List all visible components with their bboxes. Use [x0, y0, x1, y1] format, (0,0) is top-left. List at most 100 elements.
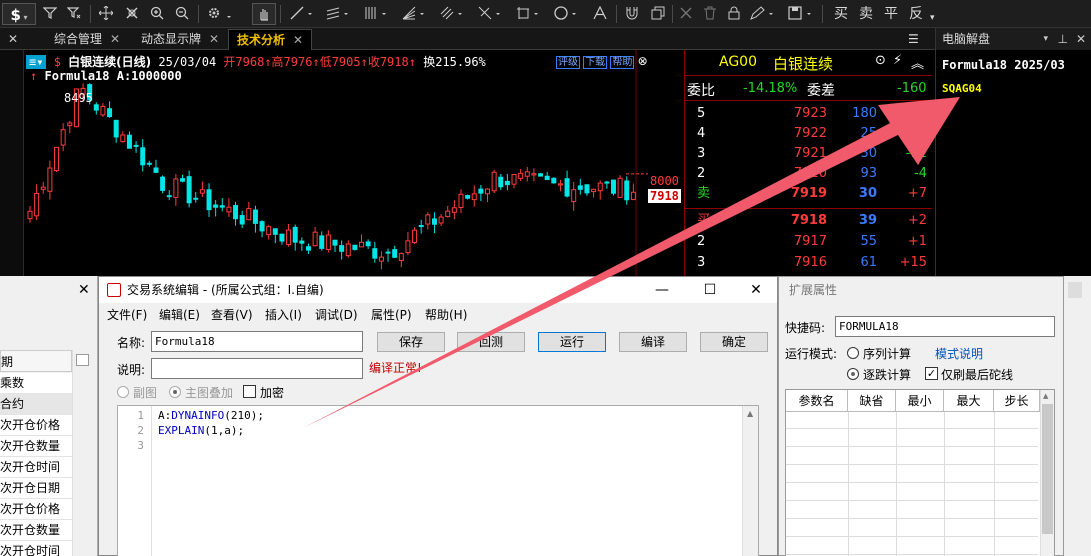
editor-scrollbar[interactable]: ▲: [742, 406, 758, 556]
tick-radio[interactable]: [847, 368, 859, 380]
line-icon[interactable]: [288, 3, 316, 25]
hand-icon[interactable]: [252, 3, 276, 25]
table-row[interactable]: [786, 466, 1038, 483]
table-row[interactable]: [786, 484, 1038, 501]
tab-technical-analysis[interactable]: 技术分析 ✕: [228, 29, 313, 50]
shortcut-input[interactable]: FORMULA18: [835, 316, 1055, 337]
scroll-up-icon[interactable]: ▲: [747, 409, 753, 418]
book-row[interactable]: 卖 7919 30 +7: [685, 184, 932, 204]
sell-button[interactable]: 卖: [859, 3, 873, 25]
table-row[interactable]: [786, 538, 1038, 555]
mode-help-link[interactable]: 模式说明: [935, 345, 983, 362]
list-item[interactable]: 次开仓时间: [0, 541, 72, 556]
close-icon[interactable]: ✕: [209, 29, 219, 49]
book-row[interactable]: 买 7918 39 +2: [685, 211, 932, 231]
move-icon[interactable]: [96, 3, 116, 25]
table-row[interactable]: [786, 448, 1038, 465]
trash-icon[interactable]: [700, 3, 720, 25]
filter-icon[interactable]: [40, 3, 60, 25]
scroll-box[interactable]: [1068, 282, 1082, 298]
book-row[interactable]: 3 7916 61 +15: [685, 253, 932, 273]
close-position-button[interactable]: 平: [884, 3, 898, 25]
lock-icon[interactable]: [724, 3, 744, 25]
code-line[interactable]: A:DYNAINFO(210);: [158, 409, 264, 422]
zoom-in-icon[interactable]: [147, 3, 167, 25]
cross-line-icon[interactable]: [476, 3, 504, 25]
list-item[interactable]: 次开仓日期: [0, 478, 72, 499]
menu-debug[interactable]: 调试(D): [315, 306, 358, 323]
collapse-up-icon[interactable]: ︽: [911, 53, 924, 72]
crosshair-icon[interactable]: [122, 3, 142, 25]
book-row[interactable]: 2 7917 55 +1: [685, 232, 932, 252]
collapse-icon[interactable]: ✕: [0, 29, 22, 50]
circle-icon[interactable]: [552, 3, 580, 25]
table-row[interactable]: [786, 430, 1038, 447]
reverse-button[interactable]: 反: [909, 3, 923, 25]
parallel-lines-icon[interactable]: [324, 3, 352, 25]
settings-icon[interactable]: [204, 3, 238, 25]
dollar-icon[interactable]: $ ▾: [2, 3, 36, 25]
backtest-button[interactable]: 回测: [457, 332, 525, 352]
scroll-up-icon[interactable]: [76, 354, 89, 366]
last-only-checkbox[interactable]: ✓: [925, 367, 938, 380]
buy-button[interactable]: 买: [834, 3, 848, 25]
menu-edit[interactable]: 编辑(E): [159, 306, 200, 323]
close-icon[interactable]: ✕: [293, 30, 303, 50]
menu-icon[interactable]: ☰: [900, 29, 927, 50]
zoom-out-icon[interactable]: [172, 3, 192, 25]
table-row[interactable]: [786, 502, 1038, 519]
kline-chart[interactable]: ≡▾ $ 白银连续(日线) 25/03/04 开7968↑高7976↑低7905…: [24, 50, 684, 276]
subchart-radio[interactable]: [117, 386, 129, 398]
main-overlay-radio[interactable]: [169, 386, 181, 398]
list-item[interactable]: 次开仓价格: [0, 415, 72, 436]
name-input[interactable]: Formula18: [151, 331, 363, 352]
layers-icon[interactable]: [648, 3, 668, 25]
list-item[interactable]: 次开仓时间: [0, 457, 72, 478]
menu-help[interactable]: 帮助(H): [425, 306, 467, 323]
ok-button[interactable]: 确定: [700, 332, 768, 352]
encrypt-checkbox[interactable]: [243, 385, 256, 398]
menu-properties[interactable]: 属性(P): [371, 306, 412, 323]
menu-file[interactable]: 文件(F): [107, 306, 147, 323]
description-input[interactable]: [151, 358, 363, 379]
fan-icon[interactable]: [400, 3, 428, 25]
dropdown-icon[interactable]: ▾: [1043, 28, 1048, 50]
help-button[interactable]: 帮助: [610, 56, 635, 69]
menu-insert[interactable]: 插入(I): [265, 306, 302, 323]
code-line[interactable]: EXPLAIN(1,a);: [158, 424, 244, 437]
tab-overview[interactable]: 综合管理 ✕: [46, 29, 128, 50]
pin-icon[interactable]: ⊥: [1058, 28, 1068, 50]
text-icon[interactable]: [590, 3, 610, 25]
menu-view[interactable]: 查看(V): [211, 306, 253, 323]
list-item[interactable]: 次开仓数量: [0, 436, 72, 457]
pen-icon[interactable]: [748, 3, 778, 25]
download-button[interactable]: 下载: [583, 56, 608, 69]
book-row[interactable]: 4 7922 25 +31: [685, 124, 932, 144]
minimize-icon[interactable]: —: [639, 277, 685, 303]
bars-icon[interactable]: [362, 3, 390, 25]
book-row[interactable]: 5 7923 180 +: [685, 104, 932, 124]
rating-button[interactable]: 评级: [556, 56, 580, 69]
book-row[interactable]: 2 7920 93 -4: [685, 164, 932, 184]
book-row[interactable]: 3 7921 30 -12: [685, 144, 932, 164]
chevron-down-icon[interactable]: ▾: [930, 7, 935, 29]
compile-button[interactable]: 编译: [619, 332, 687, 352]
tab-dynamic-board[interactable]: 动态显示牌 ✕: [133, 29, 227, 50]
clear-filter-icon[interactable]: [64, 3, 84, 25]
multi-line-icon[interactable]: [438, 3, 466, 25]
chart-close-icon[interactable]: ⊗: [638, 54, 648, 68]
list-item[interactable]: 次开仓价格: [0, 499, 72, 520]
series-radio[interactable]: [847, 347, 859, 359]
close-icon[interactable]: ✕: [110, 29, 120, 49]
list-item[interactable]: 次开仓数量: [0, 520, 72, 541]
settings-icon[interactable]: ⊙: [875, 53, 886, 68]
scroll-thumb[interactable]: [1042, 404, 1053, 534]
delete-icon[interactable]: [676, 3, 696, 25]
table-row[interactable]: [786, 520, 1038, 537]
close-icon[interactable]: ✕: [1076, 28, 1086, 50]
code-editor[interactable]: 1 2 3 A:DYNAINFO(210); EXPLAIN(1,a); ▲: [117, 405, 759, 556]
run-button[interactable]: 运行: [538, 332, 606, 352]
save-icon[interactable]: [786, 3, 816, 25]
list-item[interactable]: 乘数: [0, 373, 72, 394]
list-scrollbar[interactable]: [72, 350, 92, 556]
